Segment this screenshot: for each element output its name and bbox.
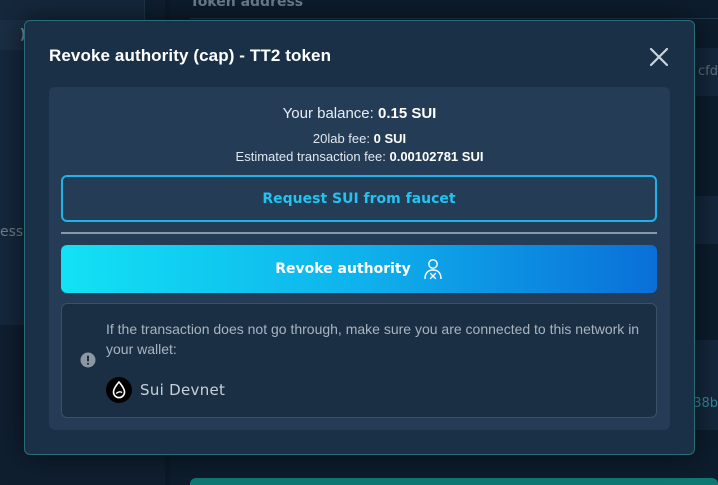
revoke-authority-modal: Revoke authority (cap) - TT2 token Your …: [24, 20, 695, 455]
divider: [61, 232, 657, 234]
modal-title: Revoke authority (cap) - TT2 token: [49, 46, 332, 65]
sui-logo-icon: [106, 377, 132, 403]
lab-fee-label: 20lab fee:: [312, 131, 370, 146]
lab-fee-row: 20lab fee: 0 SUI: [49, 131, 670, 146]
network-notice: If the transaction does not go through, …: [61, 303, 657, 418]
balance-label: Your balance:: [282, 105, 374, 122]
transaction-fee-value: 0.00102781 SUI: [389, 149, 484, 164]
notice-text: If the transaction does not go through, …: [106, 321, 640, 357]
user-revoke-icon: [424, 259, 442, 280]
transaction-fee-label: Estimated transaction fee:: [235, 149, 386, 164]
close-icon: [649, 47, 669, 67]
request-faucet-button[interactable]: Request SUI from faucet: [61, 175, 657, 222]
balance-value: 0.15 SUI: [377, 105, 437, 122]
background-bottom-bar: [190, 478, 718, 485]
balance-row: Your balance: 0.15 SUI: [49, 105, 670, 122]
network-row: Sui Devnet: [106, 376, 225, 404]
background-right-header: Token address: [190, 0, 304, 10]
background-field-text: cfd: [698, 64, 718, 79]
background-divider: [190, 18, 718, 19]
network-name: Sui Devnet: [140, 381, 226, 399]
background-field-text: 38b: [693, 396, 718, 411]
revoke-authority-label: Revoke authority: [275, 261, 411, 277]
transaction-fee-row: Estimated transaction fee: 0.00102781 SU…: [49, 149, 670, 164]
exclamation-circle-icon: [80, 352, 96, 368]
background-left-text: ess: [0, 224, 24, 240]
transaction-panel: Your balance: 0.15 SUI 20lab fee: 0 SUI …: [49, 87, 670, 430]
revoke-authority-button[interactable]: Revoke authority: [61, 245, 657, 293]
request-faucet-label: Request SUI from faucet: [262, 190, 456, 207]
close-button[interactable]: [647, 45, 671, 69]
lab-fee-value: 0 SUI: [373, 131, 407, 146]
